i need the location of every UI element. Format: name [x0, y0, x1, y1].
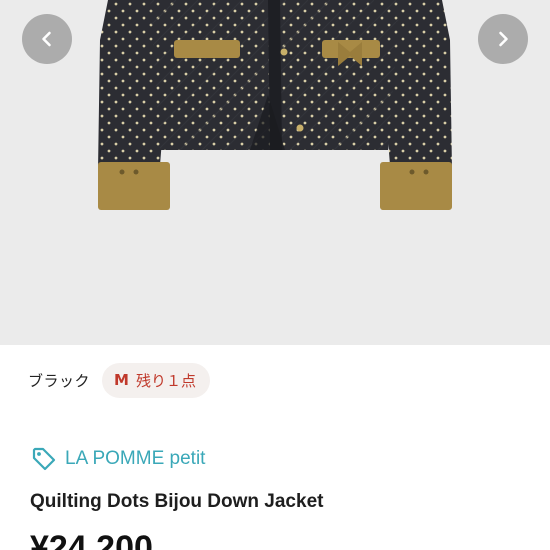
color-label: ブラック: [28, 371, 91, 390]
chevron-right-icon: [499, 31, 508, 47]
brand-name: LA POMME petit: [65, 448, 206, 469]
product-price: ¥24,200: [30, 529, 153, 550]
variant-row: ブラック M 残り１点: [28, 362, 210, 398]
product-image[interactable]: [0, 0, 550, 345]
previous-image-button[interactable]: [22, 14, 72, 64]
product-image-gallery: [0, 0, 550, 345]
tag-icon: [32, 447, 56, 471]
stock-badge: M 残り１点: [102, 362, 210, 398]
product-title: Quilting Dots Bijou Down Jacket: [30, 491, 324, 512]
brand-link[interactable]: LA POMME petit: [31, 444, 205, 474]
size-label: M: [114, 371, 129, 389]
next-image-button[interactable]: [478, 14, 528, 64]
stock-remaining-text: 残り１点: [135, 371, 196, 390]
chevron-left-icon: [42, 31, 51, 47]
